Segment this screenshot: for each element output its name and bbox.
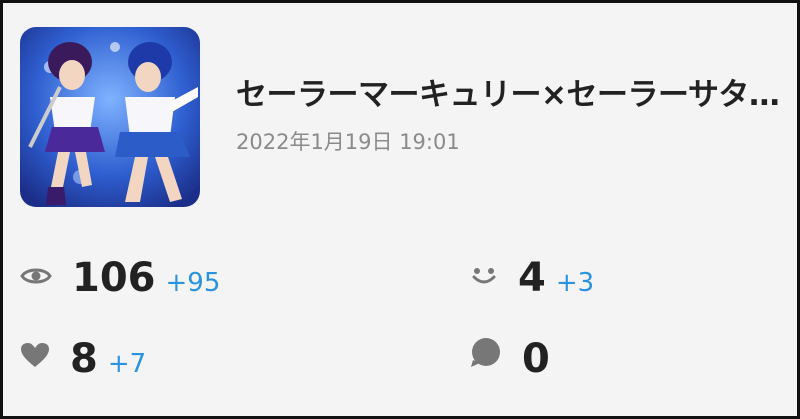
heart-icon: [20, 342, 50, 372]
post-date: 2022年1月19日 19:01: [236, 130, 460, 154]
stat-reactions: 4 +3: [470, 255, 594, 301]
reactions-delta: +3: [555, 268, 595, 298]
post-title[interactable]: セーラーマーキュリー×セーラーサタ…: [236, 69, 780, 114]
illustration-thumbnail-icon: [20, 27, 200, 207]
comment-bubble-icon: [470, 338, 502, 372]
post-thumbnail[interactable]: [20, 27, 200, 207]
stat-comments: 0: [470, 336, 560, 382]
comments-count: 0: [522, 336, 550, 382]
stat-views: 106 +95: [20, 255, 220, 301]
eye-icon: [20, 265, 52, 291]
views-count: 106: [72, 255, 156, 301]
likes-delta: +7: [107, 349, 147, 379]
reactions-count: 4: [518, 255, 546, 301]
smile-icon: [470, 265, 498, 291]
views-delta: +95: [165, 268, 221, 298]
stat-likes: 8 +7: [20, 336, 146, 382]
likes-count: 8: [70, 336, 98, 382]
post-stats-card: セーラーマーキュリー×セーラーサタ… 2022年1月19日 19:01 106 …: [3, 3, 797, 416]
